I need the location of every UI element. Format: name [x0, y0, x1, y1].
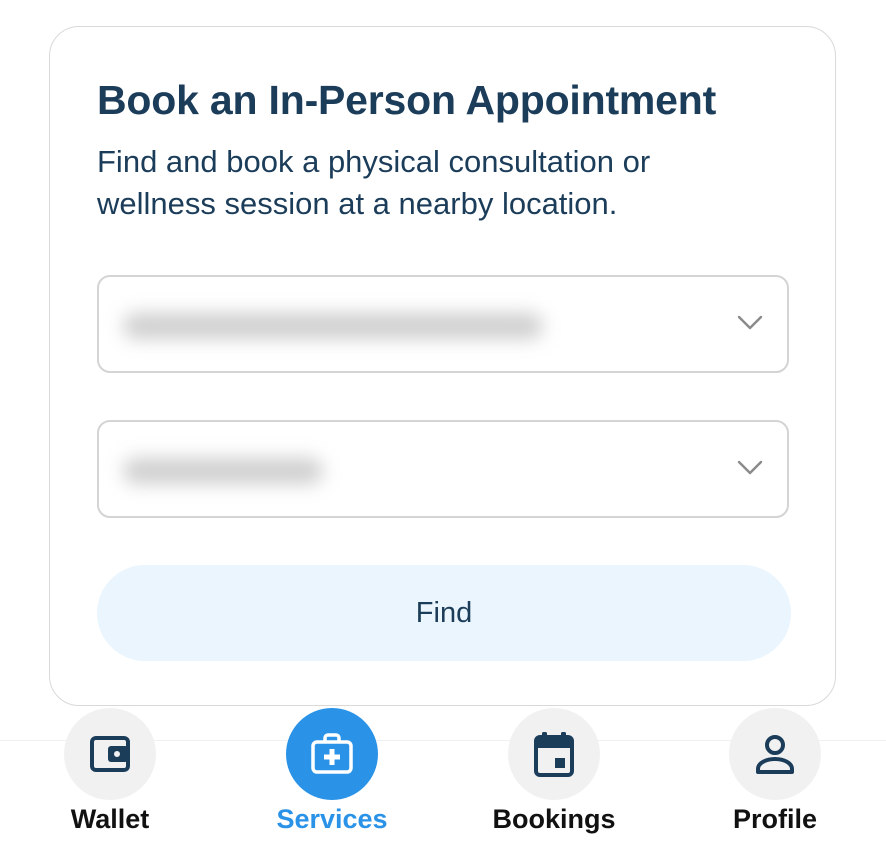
- nav-item-profile[interactable]: Profile: [695, 708, 855, 848]
- medical-kit-icon: [311, 733, 353, 774]
- nav-label-profile: Profile: [732, 804, 818, 834]
- page-title: Book an In-Person Appointment: [97, 77, 717, 123]
- location-select[interactable]: [97, 420, 789, 518]
- wallet-icon: [90, 736, 130, 772]
- service-type-select[interactable]: [97, 275, 789, 373]
- calendar-icon: [534, 732, 574, 777]
- medical-kit-icon-circle: [286, 708, 378, 800]
- calendar-icon-circle: [508, 708, 600, 800]
- nav-item-services[interactable]: Services: [252, 708, 412, 848]
- find-button[interactable]: Find: [97, 565, 791, 661]
- nav-label-services: Services: [276, 804, 388, 834]
- nav-label-bookings: Bookings: [492, 804, 616, 834]
- nav-item-bookings[interactable]: Bookings: [474, 708, 634, 848]
- chevron-down-icon: [737, 315, 763, 330]
- person-icon: [756, 735, 794, 774]
- nav-item-wallet[interactable]: Wallet: [30, 708, 190, 848]
- person-icon-circle: [729, 708, 821, 800]
- chevron-down-icon: [737, 460, 763, 475]
- nav-label-wallet: Wallet: [70, 804, 150, 834]
- wallet-icon-circle: [64, 708, 156, 800]
- select-value-redacted: [123, 458, 323, 484]
- select-value-redacted: [123, 313, 543, 339]
- page-subtitle: Find and book a physical consultation or…: [97, 144, 651, 221]
- appointment-card: Book an In-Person Appointment Find and b…: [49, 26, 836, 706]
